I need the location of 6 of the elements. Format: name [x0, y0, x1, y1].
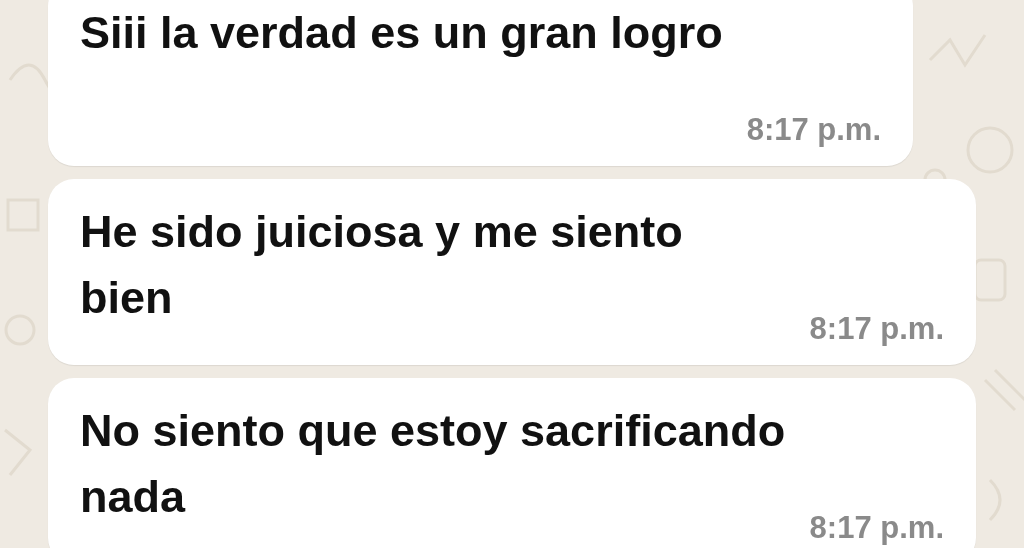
message-text: Siii la verdad es un gran logro [80, 7, 723, 58]
message-time: 8:17 p.m. [746, 111, 882, 149]
message-time: 8:17 p.m. [809, 509, 944, 547]
message-text: He sido juiciosa y me siento bien [80, 206, 683, 323]
message-text: No siento que estoy sacrificando nada [80, 405, 786, 522]
message-time: 8:17 p.m. [809, 310, 944, 348]
